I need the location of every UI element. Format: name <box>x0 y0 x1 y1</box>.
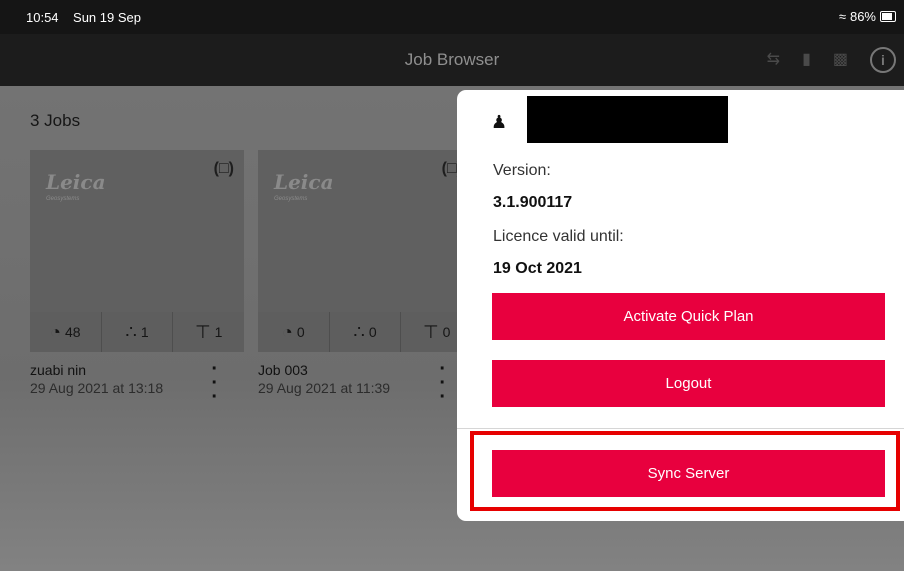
logo-brand: Leica <box>46 170 106 194</box>
tripod-icon: ∴ <box>125 321 137 342</box>
sync-server-highlight <box>470 431 900 511</box>
more-options-icon[interactable]: · · · <box>211 359 218 407</box>
licence-value: 19 Oct 2021 <box>493 260 582 277</box>
redacted-username <box>527 96 728 143</box>
points-stat: ◔ 0 <box>258 312 330 352</box>
activate-quick-plan-button[interactable]: Activate Quick Plan <box>492 293 885 340</box>
battery-icon <box>880 11 896 22</box>
licence-label: Licence valid until: <box>493 228 624 245</box>
job-thumbnail[interactable]: Leica Geosystems (□) <box>258 150 472 312</box>
tripod-icon: ∴ <box>353 321 365 342</box>
job-thumbnail[interactable]: Leica Geosystems (□) <box>30 150 244 312</box>
version-label: Version: <box>493 162 551 179</box>
battery-device-icon[interactable]: ▩ <box>833 48 848 72</box>
stakeouts-count: 0 <box>442 324 451 340</box>
battery-percent: 86% <box>849 9 876 24</box>
stations-stat: ∴ 1 <box>102 312 174 352</box>
status-time: 10:54 Sun 19 Sep <box>26 10 141 25</box>
status-bar: 10:54 Sun 19 Sep ≈ 86% <box>0 0 904 34</box>
logo-sub: Geosystems <box>46 196 80 202</box>
clock-icon: ◔ <box>50 321 61 342</box>
user-icon: ♟ <box>491 112 508 132</box>
stake-icon: ⊤ <box>422 321 439 342</box>
stations-stat: ∴ 0 <box>330 312 402 352</box>
job-card[interactable]: Leica Geosystems (□) ◔ 48 ∴ 1 ⊤ 1 zuabi nin… <box>30 150 244 444</box>
nav-bar: Job Browser ⇆ ▮ ▩ i <box>0 34 904 86</box>
transfer-icon[interactable]: ⇆ <box>767 48 780 72</box>
divider <box>457 428 904 429</box>
points-count: 0 <box>296 324 305 340</box>
job-stats: ◔ 0 ∴ 0 ⊤ 0 <box>258 312 472 352</box>
logout-button[interactable]: Logout <box>492 360 885 407</box>
status-right: ≈ 86% <box>839 9 896 24</box>
leica-logo: Leica Geosystems <box>274 170 334 202</box>
logo-sub: Geosystems <box>274 196 308 202</box>
jobs-count: 3 Jobs <box>30 111 81 130</box>
stations-count: 1 <box>140 324 149 340</box>
stakeouts-count: 1 <box>214 324 223 340</box>
points-stat: ◔ 48 <box>30 312 102 352</box>
stations-count: 0 <box>368 324 377 340</box>
logo-brand: Leica <box>274 170 334 194</box>
status-date: Sun 19 Sep <box>73 10 141 25</box>
job-date: 29 Aug 2021 at 13:18 <box>30 380 164 396</box>
job-name: Job 003 <box>258 362 308 378</box>
version-value: 3.1.900117 <box>493 194 573 211</box>
points-count: 48 <box>64 324 81 340</box>
wifi-icon: ≈ <box>838 9 846 24</box>
info-icon[interactable]: i <box>870 47 896 73</box>
job-name: zuabi nin <box>30 362 87 378</box>
leica-logo: Leica Geosystems <box>46 170 106 202</box>
instrument-icon: (□) <box>213 160 234 177</box>
job-card[interactable]: Leica Geosystems (□) ◔ 0 ∴ 0 ⊤ 0 Job 003 29… <box>258 150 472 444</box>
more-options-icon[interactable]: · · · <box>439 359 446 407</box>
nav-icons: ⇆ ▮ ▩ i <box>767 47 896 73</box>
job-stats: ◔ 48 ∴ 1 ⊤ 1 <box>30 312 244 352</box>
job-date: 29 Aug 2021 at 11:39 <box>258 380 391 396</box>
stake-icon: ⊤ <box>194 321 211 342</box>
clock-icon: ◔ <box>282 321 293 342</box>
status-time-value: 10:54 <box>26 10 59 25</box>
stakeouts-stat: ⊤ 1 <box>173 312 244 352</box>
tag-icon[interactable]: ▮ <box>802 48 811 72</box>
